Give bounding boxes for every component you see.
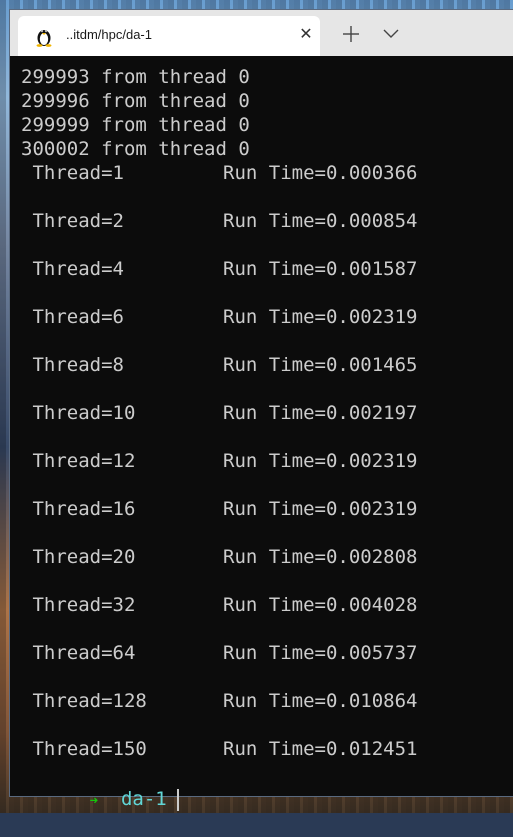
run-time: Run Time=0.002197 (223, 401, 417, 425)
thread-count: Thread=12 (21, 450, 135, 472)
thread-count: Thread=2 (21, 210, 124, 232)
output-line: 299993 from thread 0 (21, 65, 250, 89)
chevron-down-icon[interactable] (382, 26, 400, 40)
output-line: 299996 from thread 0 (21, 89, 250, 113)
plus-icon[interactable] (340, 23, 362, 45)
run-time: Run Time=0.004028 (223, 593, 417, 617)
thread-count: Thread=20 (21, 546, 135, 568)
linux-tux-icon (34, 25, 54, 47)
result-row: Thread=64Run Time=0.005737 (21, 641, 135, 665)
shell-prompt[interactable]: ➜ da-1 (21, 763, 179, 787)
thread-count: Thread=4 (21, 258, 124, 280)
run-time: Run Time=0.000366 (223, 161, 417, 185)
thread-count: Thread=32 (21, 594, 135, 616)
result-row: Thread=6Run Time=0.002319 (21, 305, 124, 329)
tab-title: ..itdm/hpc/da-1 (66, 27, 152, 42)
result-row: Thread=32Run Time=0.004028 (21, 593, 135, 617)
terminal-window: ..itdm/hpc/da-1 ✕ 299993 from thread 0 2… (10, 10, 513, 796)
result-row: Thread=150Run Time=0.012451 (21, 737, 147, 761)
run-time: Run Time=0.005737 (223, 641, 417, 665)
result-row: Thread=1Run Time=0.000366 (21, 161, 124, 185)
run-time: Run Time=0.012451 (223, 737, 417, 761)
result-row: Thread=128Run Time=0.010864 (21, 689, 147, 713)
close-icon[interactable]: ✕ (297, 25, 315, 43)
result-row: Thread=20Run Time=0.002808 (21, 545, 135, 569)
thread-count: Thread=8 (21, 354, 124, 376)
tab-da-1[interactable]: ..itdm/hpc/da-1 ✕ (18, 16, 320, 56)
prompt-arrow-icon: ➜ (90, 793, 98, 809)
output-line: 299999 from thread 0 (21, 113, 250, 137)
thread-count: Thread=1 (21, 162, 124, 184)
thread-count: Thread=16 (21, 498, 135, 520)
result-row: Thread=12Run Time=0.002319 (21, 449, 135, 473)
run-time: Run Time=0.001587 (223, 257, 417, 281)
result-row: Thread=4Run Time=0.001587 (21, 257, 124, 281)
result-row: Thread=16Run Time=0.002319 (21, 497, 135, 521)
title-bar[interactable]: ..itdm/hpc/da-1 ✕ (10, 10, 513, 56)
result-row: Thread=8Run Time=0.001465 (21, 353, 124, 377)
text-cursor (177, 789, 179, 811)
run-time: Run Time=0.002319 (223, 449, 417, 473)
thread-count: Thread=150 (21, 738, 147, 760)
run-time: Run Time=0.001465 (223, 353, 417, 377)
thread-count: Thread=6 (21, 306, 124, 328)
result-row: Thread=10Run Time=0.002197 (21, 401, 135, 425)
prompt-directory: da-1 (121, 788, 167, 810)
run-time: Run Time=0.002319 (223, 497, 417, 521)
run-time: Run Time=0.010864 (223, 689, 417, 713)
run-time: Run Time=0.002319 (223, 305, 417, 329)
thread-count: Thread=128 (21, 690, 147, 712)
thread-count: Thread=10 (21, 402, 135, 424)
run-time: Run Time=0.002808 (223, 545, 417, 569)
thread-count: Thread=64 (21, 642, 135, 664)
run-time: Run Time=0.000854 (223, 209, 417, 233)
output-line: 300002 from thread 0 (21, 137, 250, 161)
terminal-output[interactable]: 299993 from thread 0 299996 from thread … (10, 56, 513, 796)
result-row: Thread=2Run Time=0.000854 (21, 209, 124, 233)
